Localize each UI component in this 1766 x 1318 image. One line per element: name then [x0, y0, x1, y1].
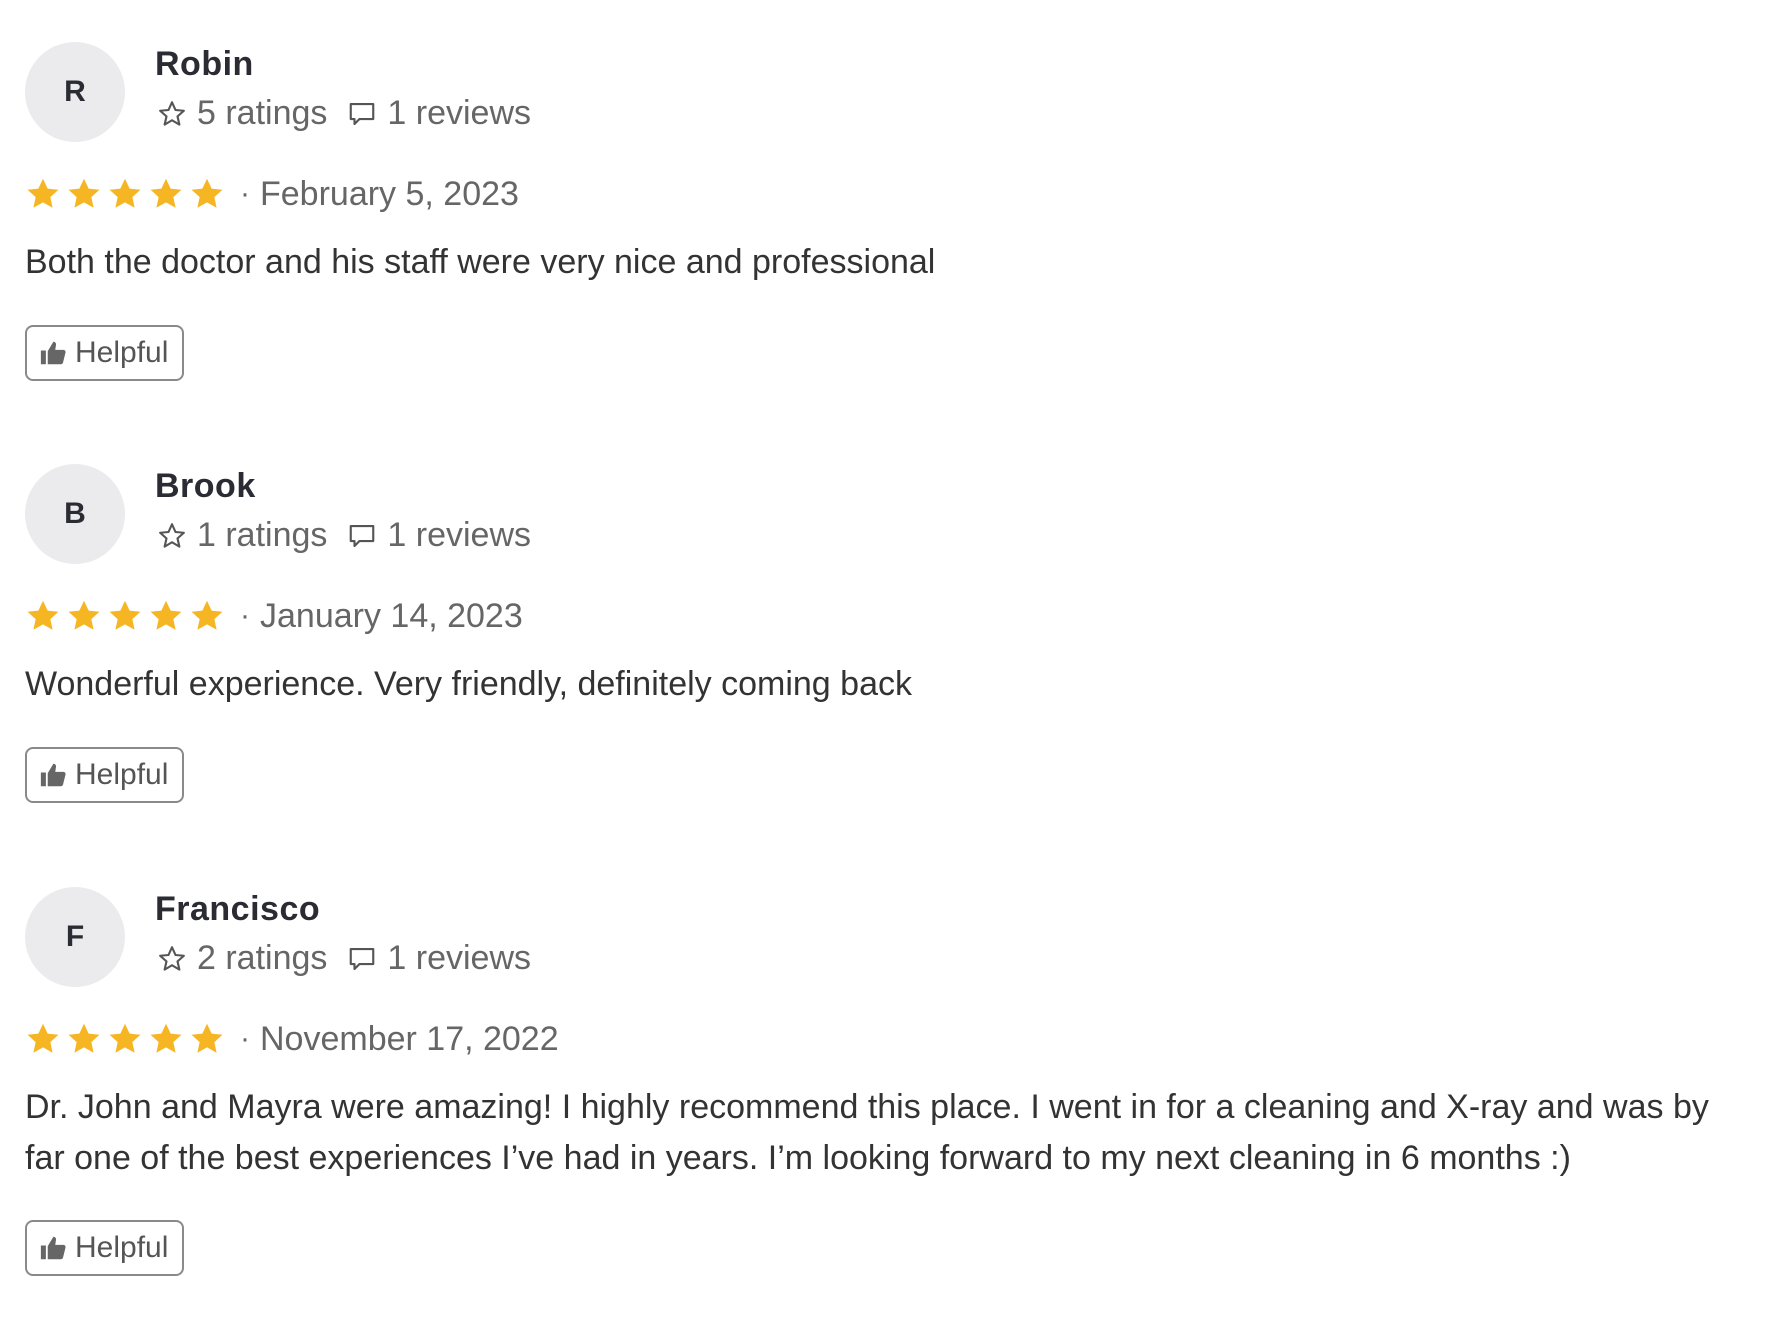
- star-filled-icon: [68, 600, 100, 630]
- review-date: February 5, 2023: [260, 174, 519, 213]
- helpful-button[interactable]: Helpful: [25, 325, 185, 381]
- helpful-button[interactable]: Helpful: [25, 1220, 185, 1276]
- reviewer-name[interactable]: Francisco: [155, 890, 320, 929]
- review-date: November 17, 2022: [260, 1019, 559, 1058]
- review-card: R Robin 5 ratings 1 reviews · February 5…: [25, 42, 1755, 381]
- speech-bubble-icon: [345, 519, 379, 553]
- separator-dot: ·: [240, 1022, 250, 1055]
- review-header: B Brook 1 ratings 1 reviews: [25, 464, 1755, 564]
- star-filled-icon: [27, 1023, 59, 1053]
- rating-row: · November 17, 2022: [25, 1017, 559, 1061]
- review-text: Both the doctor and his staff were very …: [25, 243, 936, 281]
- star-filled-icon: [68, 1023, 100, 1053]
- rating-row: · January 14, 2023: [25, 594, 523, 638]
- reviewer-stats: 1 ratings 1 reviews: [155, 516, 531, 555]
- review-text: Wonderful experience. Very friendly, def…: [25, 665, 912, 703]
- reviewer-name[interactable]: Robin: [155, 45, 254, 84]
- star-filled-icon: [150, 1023, 182, 1053]
- star-outline-icon: [155, 519, 189, 553]
- star-filled-icon: [109, 178, 141, 208]
- reviewer-name[interactable]: Brook: [155, 467, 256, 506]
- star-filled-icon: [109, 600, 141, 630]
- reviews-list: R Robin 5 ratings 1 reviews · February 5…: [0, 0, 1766, 1318]
- helpful-label: Helpful: [75, 336, 169, 369]
- review-text: Dr. John and Mayra were amazing! I highl…: [25, 1088, 1709, 1177]
- review-card: B Brook 1 ratings 1 reviews · January 14…: [25, 464, 1755, 803]
- reviews-count: 1 reviews: [387, 516, 532, 554]
- ratings-count: 2 ratings: [197, 939, 328, 977]
- avatar: F: [25, 887, 125, 987]
- ratings-count: 5 ratings: [197, 94, 328, 132]
- star-filled-icon: [150, 178, 182, 208]
- review-header: R Robin 5 ratings 1 reviews: [25, 42, 1755, 142]
- star-rating: [25, 598, 230, 634]
- review-date: January 14, 2023: [260, 596, 523, 635]
- speech-bubble-icon: [345, 942, 379, 976]
- star-rating: [25, 1021, 230, 1057]
- star-rating: [25, 176, 230, 212]
- reviews-count: 1 reviews: [387, 939, 532, 977]
- review-header: F Francisco 2 ratings 1 reviews: [25, 887, 1755, 987]
- star-outline-icon: [155, 942, 189, 976]
- star-filled-icon: [109, 1023, 141, 1053]
- separator-dot: ·: [240, 177, 250, 210]
- reviewer-stats: 5 ratings 1 reviews: [155, 94, 531, 133]
- thumbs-up-icon: [39, 338, 69, 368]
- thumbs-up-icon: [39, 1233, 69, 1263]
- star-filled-icon: [191, 1023, 223, 1053]
- star-filled-icon: [191, 600, 223, 630]
- reviewer-stats: 2 ratings 1 reviews: [155, 939, 531, 978]
- review-card: F Francisco 2 ratings 1 reviews · Novemb…: [25, 887, 1755, 1276]
- rating-row: · February 5, 2023: [25, 172, 519, 216]
- helpful-button[interactable]: Helpful: [25, 747, 185, 803]
- thumbs-up-icon: [39, 760, 69, 790]
- star-filled-icon: [150, 600, 182, 630]
- speech-bubble-icon: [345, 97, 379, 131]
- avatar: R: [25, 42, 125, 142]
- star-filled-icon: [27, 178, 59, 208]
- reviews-count: 1 reviews: [387, 94, 532, 132]
- ratings-count: 1 ratings: [197, 516, 328, 554]
- helpful-label: Helpful: [75, 1231, 169, 1264]
- star-filled-icon: [27, 600, 59, 630]
- star-filled-icon: [68, 178, 100, 208]
- star-outline-icon: [155, 97, 189, 131]
- avatar: B: [25, 464, 125, 564]
- separator-dot: ·: [240, 599, 250, 632]
- helpful-label: Helpful: [75, 758, 169, 791]
- star-filled-icon: [191, 178, 223, 208]
